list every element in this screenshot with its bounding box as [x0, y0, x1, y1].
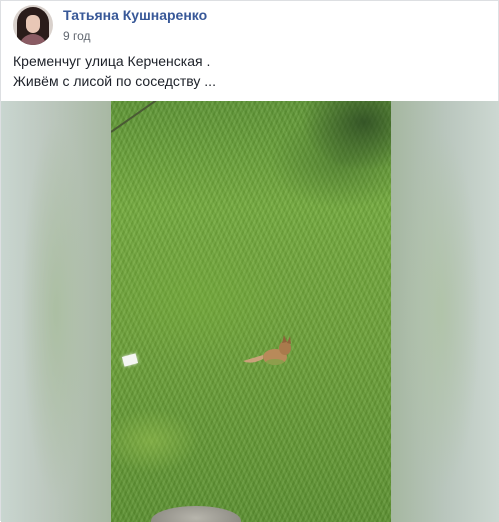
- rock: [151, 506, 241, 522]
- post-timestamp[interactable]: 9 год: [63, 28, 207, 44]
- author-name-link[interactable]: Татьяна Кушнаренко: [63, 6, 207, 24]
- video-frame[interactable]: [111, 101, 391, 522]
- tree-branch: [111, 101, 161, 133]
- post-text-line-1: Кременчуг улица Керченская .: [13, 53, 211, 69]
- post-text-line-2: Живём с лисой по соседству ...: [13, 73, 216, 89]
- post-header: Татьяна Кушнаренко 9 год: [13, 3, 207, 47]
- post-media[interactable]: [1, 101, 499, 522]
- avatar-face: [26, 15, 40, 33]
- media-blur-right: [391, 101, 499, 522]
- bush-shadow: [301, 101, 391, 171]
- media-blur-left: [1, 101, 111, 522]
- feed-post: Татьяна Кушнаренко 9 год Кременчуг улица…: [0, 0, 499, 522]
- post-meta: Татьяна Кушнаренко 9 год: [63, 6, 207, 44]
- author-avatar[interactable]: [13, 5, 53, 45]
- post-text: Кременчуг улица Керченская . Живём с лис…: [13, 51, 483, 91]
- litter-paper: [121, 353, 139, 367]
- fox-icon: [243, 335, 291, 365]
